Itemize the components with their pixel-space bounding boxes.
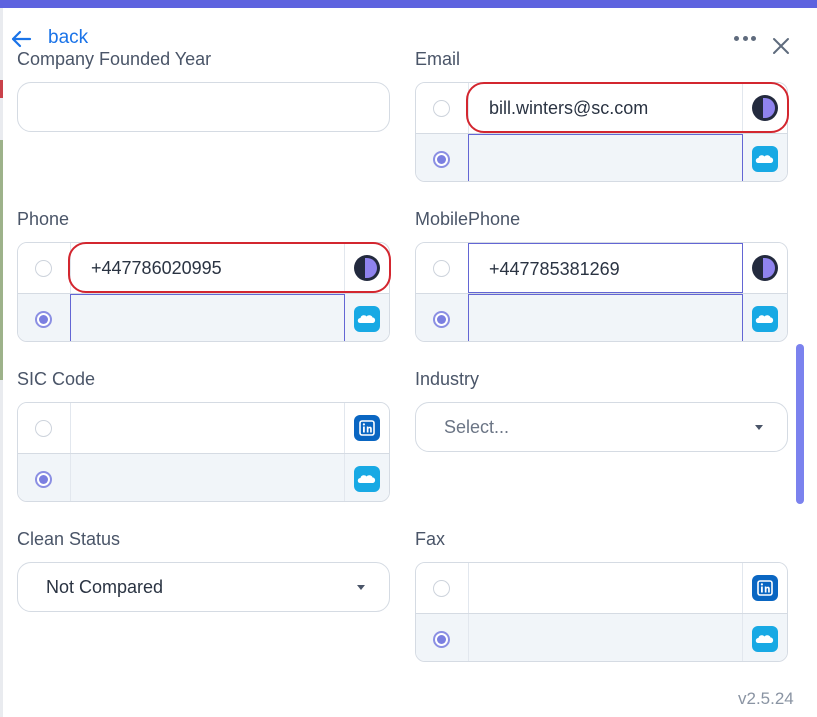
mobile-phone-option-row: +447785381269 xyxy=(416,243,787,293)
company-founded-year-input[interactable] xyxy=(17,82,390,132)
sic-code-compare-group xyxy=(17,402,390,502)
left-edge-background xyxy=(0,140,3,380)
salesforce-icon xyxy=(354,466,380,492)
phone-option-row xyxy=(18,293,389,341)
phone-highlight xyxy=(68,242,391,293)
sic-code-option-1-radio[interactable] xyxy=(35,420,52,437)
fax-option-1-value[interactable] xyxy=(468,563,743,613)
back-label: back xyxy=(48,27,89,48)
email-highlight xyxy=(466,82,789,133)
phone-label: Phone xyxy=(17,209,70,229)
back-button[interactable]: back xyxy=(10,27,89,50)
fax-option-2-value[interactable] xyxy=(468,614,743,661)
fax-option-row xyxy=(416,563,787,613)
mobile-phone-option-2-value[interactable] xyxy=(468,294,743,341)
phone-option-2-value[interactable] xyxy=(70,294,345,341)
email-option-2-radio[interactable] xyxy=(433,151,450,168)
industry-label: Industry xyxy=(415,369,480,389)
mobile-phone-label: MobilePhone xyxy=(415,209,521,229)
panel-header: back xyxy=(0,8,817,54)
email-option-1-radio[interactable] xyxy=(433,100,450,117)
clean-status-select[interactable]: Not Compared xyxy=(17,562,390,612)
email-label: Email xyxy=(415,49,461,69)
fax-option-row xyxy=(416,613,787,661)
clean-status-select-value: Not Compared xyxy=(46,577,164,597)
salesforce-icon xyxy=(752,306,778,332)
more-options-icon[interactable] xyxy=(734,34,756,42)
close-icon[interactable] xyxy=(771,36,791,56)
company-founded-year-label: Company Founded Year xyxy=(17,49,212,69)
version-label: v2.5.24 xyxy=(738,689,794,708)
sic-code-option-row xyxy=(18,453,389,501)
fax-option-2-radio[interactable] xyxy=(433,631,450,648)
industry-select[interactable]: Select... xyxy=(415,402,788,452)
mobile-phone-option-1-radio[interactable] xyxy=(433,260,450,277)
salesforce-icon xyxy=(752,626,778,652)
salesforce-icon xyxy=(752,146,778,172)
caret-down-icon xyxy=(357,585,365,590)
mobile-phone-option-1-value[interactable]: +447785381269 xyxy=(468,243,743,293)
phone-option-1-radio[interactable] xyxy=(35,260,52,277)
left-edge-marker xyxy=(0,80,3,98)
top-accent-bar xyxy=(0,0,817,8)
salesforce-icon xyxy=(354,306,380,332)
mobile-phone-compare-group: +447785381269 xyxy=(415,242,788,342)
sic-code-option-row xyxy=(18,403,389,453)
sic-code-option-2-value[interactable] xyxy=(70,454,345,501)
linkedin-icon xyxy=(752,575,778,601)
linkedin-icon xyxy=(354,415,380,441)
caret-down-icon xyxy=(755,425,763,430)
dark-source-icon xyxy=(752,255,778,281)
mobile-phone-option-2-radio[interactable] xyxy=(433,311,450,328)
arrow-left-icon xyxy=(11,30,32,48)
fax-label: Fax xyxy=(415,529,446,549)
industry-select-value: Select... xyxy=(444,417,510,437)
mobile-phone-option-row xyxy=(416,293,787,341)
clean-status-label: Clean Status xyxy=(17,529,121,549)
scrollbar-thumb[interactable] xyxy=(796,344,804,504)
email-option-2-value[interactable] xyxy=(468,134,743,181)
email-option-row xyxy=(416,133,787,181)
sic-code-option-1-value[interactable] xyxy=(70,403,345,453)
sic-code-option-2-radio[interactable] xyxy=(35,471,52,488)
phone-option-2-radio[interactable] xyxy=(35,311,52,328)
fax-option-1-radio[interactable] xyxy=(433,580,450,597)
fax-compare-group xyxy=(415,562,788,662)
sic-code-label: SIC Code xyxy=(17,369,96,389)
